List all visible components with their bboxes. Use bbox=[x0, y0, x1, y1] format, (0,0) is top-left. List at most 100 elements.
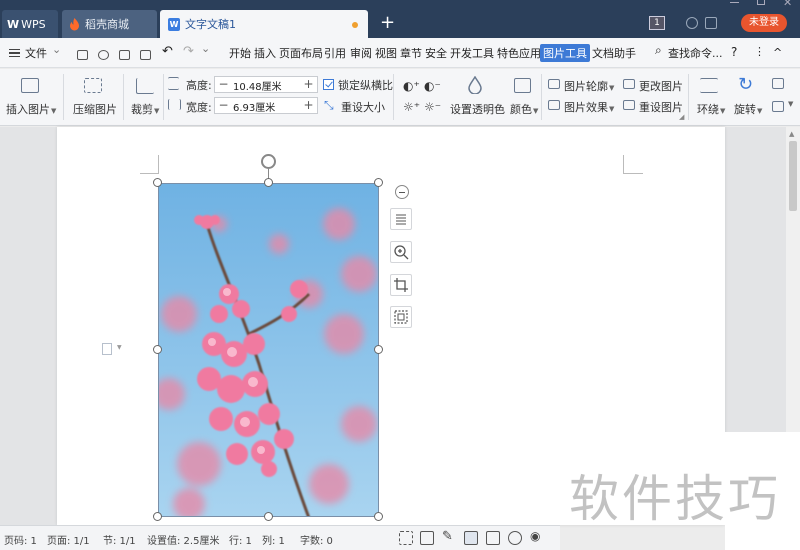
status-page-number[interactable]: 页码: 1 bbox=[4, 532, 37, 547]
undo-icon[interactable]: ↶ bbox=[162, 44, 173, 59]
rotate-button[interactable]: 旋转▼ bbox=[734, 101, 762, 117]
set-transparent-button[interactable]: 设置透明色 bbox=[450, 101, 505, 117]
dialog-launcher-icon[interactable]: ◢ bbox=[679, 113, 684, 121]
crop-button[interactable]: 裁剪▼ bbox=[131, 101, 159, 117]
width-decrease-button[interactable]: − bbox=[216, 98, 231, 113]
reset-picture-button[interactable]: 重设图片 bbox=[639, 99, 683, 115]
resize-handle[interactable] bbox=[153, 345, 162, 354]
menu-doc-assistant[interactable]: 文档助手 bbox=[592, 45, 636, 61]
command-search[interactable]: 查找命令... bbox=[668, 45, 723, 61]
height-increase-button[interactable]: + bbox=[301, 77, 316, 92]
print-icon[interactable] bbox=[119, 50, 130, 60]
reading-mode-icon[interactable] bbox=[420, 531, 434, 545]
picture-frame-button[interactable] bbox=[390, 306, 412, 328]
outline-view-icon[interactable] bbox=[486, 531, 500, 545]
paint-icon[interactable] bbox=[98, 50, 109, 60]
save-icon[interactable] bbox=[77, 50, 88, 60]
tab-document[interactable]: W 文字文稿1 bbox=[160, 10, 368, 38]
scroll-thumb[interactable] bbox=[789, 141, 797, 211]
chevron-down-icon[interactable]: ⌄ bbox=[52, 43, 61, 56]
collapse-toolbar-icon[interactable] bbox=[395, 185, 409, 199]
status-column[interactable]: 列: 1 bbox=[262, 532, 285, 547]
status-setting-value[interactable]: 设置值: 2.5厘米 bbox=[147, 532, 219, 547]
resize-handle[interactable] bbox=[153, 178, 162, 187]
resize-handle[interactable] bbox=[374, 345, 383, 354]
selected-picture[interactable] bbox=[158, 183, 379, 517]
new-tab-button[interactable]: + bbox=[380, 12, 395, 34]
compress-picture-button[interactable]: 压缩图片 bbox=[73, 101, 117, 117]
menu-developer[interactable]: 开发工具 bbox=[450, 45, 494, 61]
reset-size-button[interactable]: 重设大小 bbox=[341, 99, 385, 115]
web-view-icon[interactable] bbox=[508, 531, 522, 545]
print-preview-icon[interactable] bbox=[140, 50, 151, 60]
lock-ratio-checkbox[interactable] bbox=[323, 79, 334, 90]
rotate-handle-icon[interactable] bbox=[261, 154, 276, 169]
status-page-count[interactable]: 页面: 1/1 bbox=[47, 532, 90, 547]
help-button[interactable]: ? bbox=[731, 45, 737, 59]
width-increase-button[interactable]: + bbox=[301, 98, 316, 113]
contrast-down-icon[interactable]: ◐⁻ bbox=[424, 79, 441, 93]
maximize-icon[interactable] bbox=[757, 0, 765, 5]
contrast-up-icon[interactable]: ◐⁺ bbox=[403, 79, 420, 93]
menu-home[interactable]: 开始 bbox=[229, 45, 251, 61]
menu-insert[interactable]: 插入 bbox=[254, 45, 276, 61]
zoom-picture-button[interactable] bbox=[390, 241, 412, 263]
menu-review[interactable]: 审阅 bbox=[350, 45, 372, 61]
menu-security[interactable]: 安全 bbox=[425, 45, 447, 61]
close-icon[interactable]: ✕ bbox=[783, 0, 792, 9]
status-section[interactable]: 节: 1/1 bbox=[103, 532, 136, 547]
picture-effect-button[interactable]: 图片效果▼ bbox=[564, 99, 614, 115]
resize-handle[interactable] bbox=[374, 178, 383, 187]
resize-handle[interactable] bbox=[264, 512, 273, 521]
layout-options-button[interactable] bbox=[390, 208, 412, 230]
collapse-ribbon-button[interactable]: ^ bbox=[773, 46, 782, 59]
focus-mode-icon[interactable] bbox=[399, 531, 413, 545]
page-view-icon[interactable] bbox=[464, 531, 478, 545]
shirt-icon[interactable] bbox=[705, 17, 717, 29]
menu-icon[interactable] bbox=[9, 49, 20, 57]
picture-outline-button[interactable]: 图片轮廓▼ bbox=[564, 78, 614, 94]
height-spinner[interactable]: − 10.48厘米 + bbox=[214, 76, 318, 93]
resize-handle[interactable] bbox=[374, 512, 383, 521]
login-button[interactable]: 未登录 bbox=[741, 14, 787, 32]
pen-icon[interactable]: ✎ bbox=[442, 529, 453, 544]
brightness-down-icon[interactable]: ☼⁻ bbox=[424, 100, 441, 114]
height-decrease-button[interactable]: − bbox=[216, 77, 231, 92]
scroll-up-icon[interactable]: ▲ bbox=[789, 130, 794, 138]
menu-picture-tools[interactable]: 图片工具 bbox=[540, 44, 590, 62]
skin-icon[interactable] bbox=[686, 17, 698, 29]
chevron-down-icon[interactable]: ▼ bbox=[788, 100, 793, 108]
menu-chapter[interactable]: 章节 bbox=[400, 45, 422, 61]
wrap-button[interactable]: 环绕▼ bbox=[697, 101, 725, 117]
group-icon[interactable] bbox=[772, 101, 784, 112]
redo-icon[interactable]: ↷ bbox=[183, 44, 194, 59]
eye-protection-icon[interactable]: ◉ bbox=[530, 529, 540, 543]
height-value[interactable]: 10.48厘米 bbox=[233, 78, 282, 93]
resize-handle[interactable] bbox=[264, 178, 273, 187]
change-picture-button[interactable]: 更改图片 bbox=[639, 78, 683, 94]
align-icon[interactable] bbox=[772, 78, 784, 89]
search-icon[interactable]: ⌕ bbox=[655, 43, 662, 58]
status-row[interactable]: 行: 1 bbox=[229, 532, 252, 547]
color-button[interactable]: 颜色▼ bbox=[510, 101, 538, 117]
tab-wps[interactable]: W WPS bbox=[2, 10, 58, 38]
resize-handle[interactable] bbox=[153, 512, 162, 521]
width-value[interactable]: 6.93厘米 bbox=[233, 99, 275, 114]
menu-page-layout[interactable]: 页面布局 bbox=[279, 45, 323, 61]
chevron-down-icon[interactable]: ⌄ bbox=[201, 42, 210, 55]
page-indicator[interactable]: 1 bbox=[649, 16, 665, 30]
lock-ratio-label[interactable]: 锁定纵横比 bbox=[338, 77, 393, 93]
brightness-up-icon[interactable]: ☼⁺ bbox=[403, 100, 420, 114]
minimize-icon[interactable] bbox=[730, 2, 739, 3]
menu-references[interactable]: 引用 bbox=[324, 45, 346, 61]
menu-view[interactable]: 视图 bbox=[375, 45, 397, 61]
status-word-count[interactable]: 字数: 0 bbox=[300, 532, 333, 547]
insert-picture-button[interactable]: 插入图片▼ bbox=[6, 101, 56, 117]
menu-file[interactable]: 文件 bbox=[25, 45, 47, 61]
width-spinner[interactable]: − 6.93厘米 + bbox=[214, 97, 318, 114]
menu-special[interactable]: 特色应用 bbox=[497, 45, 541, 61]
vertical-scrollbar[interactable]: ▲ bbox=[786, 127, 800, 433]
more-button[interactable]: ⋮ bbox=[754, 45, 765, 58]
tab-store[interactable]: 稻壳商城 bbox=[62, 10, 157, 38]
crop-picture-button[interactable] bbox=[390, 274, 412, 296]
